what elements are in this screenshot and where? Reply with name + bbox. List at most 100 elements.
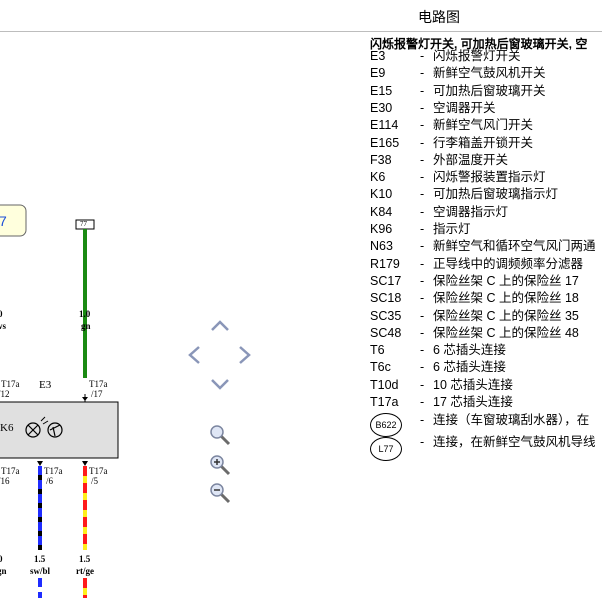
legend-code: T10d	[370, 377, 399, 392]
legend-code: R179	[370, 256, 400, 271]
lamp-code: K6	[0, 422, 14, 434]
legend-dash: -	[420, 135, 425, 150]
connector-symbol[interactable]: B622	[370, 413, 402, 437]
legend-dash: -	[420, 239, 425, 254]
legend-dash: -	[420, 152, 425, 167]
switch-component-box	[0, 401, 119, 459]
zoom-reset-icon[interactable]	[209, 424, 231, 446]
legend-desc: 外部温度开关	[433, 152, 509, 167]
legend-desc: 新鲜空气和循环空气风门两通	[433, 239, 596, 254]
terminal-label: 77	[80, 220, 87, 228]
legend-dash: -	[420, 435, 425, 449]
legend-dash: -	[420, 204, 425, 219]
legend-dash: -	[420, 308, 425, 323]
pin-connector-label: T17a	[89, 466, 108, 476]
pan-right-icon[interactable]	[237, 345, 253, 365]
legend-desc: 空调器指示灯	[433, 204, 509, 219]
legend-code: E165	[370, 135, 400, 150]
legend-code: E9	[370, 66, 386, 81]
component-code: E3	[39, 379, 52, 391]
pin-number-label: /6	[46, 476, 54, 486]
legend-dash: -	[420, 100, 425, 115]
zoom-out-icon[interactable]	[209, 482, 231, 504]
legend-code: E3	[370, 49, 386, 63]
legend-dash: -	[420, 413, 425, 427]
pan-up-icon[interactable]	[210, 319, 230, 333]
legend-desc: 6 芯插头连接	[433, 360, 506, 375]
pan-left-icon[interactable]	[186, 345, 202, 365]
legend-desc: 6 芯插头连接	[433, 343, 506, 358]
legend-code: K96	[370, 222, 393, 236]
legend-code: E15	[370, 83, 393, 98]
legend-dash: -	[420, 49, 425, 63]
legend-dash: -	[420, 325, 425, 340]
wire-color-label: ws	[0, 321, 7, 331]
legend-code: SC17	[370, 273, 402, 288]
wire-size-label: 0	[0, 554, 3, 564]
wiring-diagram-graphics	[0, 204, 119, 598]
legend-desc: 指示灯	[433, 222, 471, 236]
legend-desc: 新鲜空气风门开关	[433, 118, 534, 133]
legend-code: SC35	[370, 308, 402, 323]
legend-desc: 正导线中的调频频率分滤器	[433, 256, 584, 271]
legend-desc: 保险丝架 C 上的保险丝 17	[433, 273, 579, 288]
reference-label[interactable]: 7	[0, 214, 7, 228]
pin-arrow	[82, 461, 88, 466]
legend-desc: 空调器开关	[433, 100, 496, 115]
wire-color-label: gn	[0, 566, 7, 576]
legend-code: K6	[370, 170, 386, 185]
legend-desc: 17 芯插头连接	[433, 395, 513, 409]
pin-arrow	[82, 397, 88, 401]
pin-number-label: /5	[91, 476, 99, 486]
pin-number-label: /17	[91, 389, 103, 399]
wire-color-label: gn	[81, 321, 91, 331]
legend-dash: -	[420, 118, 425, 133]
legend-desc: 新鲜空气鼓风机开关	[433, 66, 546, 81]
legend-desc: 连接（车窗玻璃刮水器），在	[433, 413, 590, 427]
legend-dash: -	[420, 377, 425, 392]
legend-desc: 闪烁报警灯开关	[433, 49, 521, 63]
legend-dash: -	[420, 273, 425, 288]
legend-desc: 保险丝架 C 上的保险丝 18	[433, 291, 579, 306]
legend-code: K10	[370, 187, 393, 202]
legend-code: N63	[370, 239, 393, 254]
legend-dash: -	[420, 83, 425, 98]
legend-dash: -	[420, 291, 425, 306]
wire-color-label: rt/ge	[76, 566, 94, 576]
wire-size-label: 1.0	[79, 309, 91, 319]
legend-code: F38	[370, 152, 392, 167]
zoom-in-icon[interactable]	[209, 454, 231, 476]
pin-arrow	[37, 461, 43, 466]
legend-code: SC18	[370, 291, 402, 306]
legend-code: T6	[370, 343, 385, 358]
legend-desc: 闪烁警报装置指示灯	[433, 170, 546, 185]
legend-desc: 10 芯插头连接	[433, 377, 513, 392]
legend-dash: -	[420, 395, 425, 409]
legend-code: E30	[370, 100, 393, 115]
legend-desc: 连接，在新鲜空气鼓风机导线	[433, 435, 596, 449]
legend-desc: 保险丝架 C 上的保险丝 48	[433, 325, 579, 340]
legend-dash: -	[420, 66, 425, 81]
legend-desc: 可加热后窗玻璃指示灯	[433, 187, 559, 202]
legend-code: SC48	[370, 325, 402, 340]
legend-desc: 可加热后窗玻璃开关	[433, 83, 546, 98]
legend-dash: -	[420, 256, 425, 271]
pin-number-label: /16	[0, 476, 10, 486]
pan-down-icon[interactable]	[210, 377, 230, 391]
pin-connector-label: T17a	[44, 466, 63, 476]
wire-size-label: 1.5	[34, 554, 46, 564]
legend-dash: -	[420, 187, 425, 202]
legend-desc: 保险丝架 C 上的保险丝 35	[433, 308, 579, 323]
wire-color-label: sw/bl	[30, 566, 51, 576]
legend-code: K84	[370, 204, 393, 219]
wire-size-label: 0	[0, 309, 3, 319]
pin-connector-label: T17a	[1, 466, 20, 476]
legend-code: T17a	[370, 395, 399, 409]
legend-code: T6c	[370, 360, 391, 375]
legend-desc: 行李箱盖开锁开关	[433, 135, 534, 150]
pin-connector-label: T17a	[89, 379, 108, 389]
connector-symbol[interactable]: L77	[370, 437, 402, 461]
wire-size-label: 1.5	[79, 554, 91, 564]
page-title: 电路图	[418, 9, 460, 25]
legend-code: E114	[370, 118, 399, 133]
